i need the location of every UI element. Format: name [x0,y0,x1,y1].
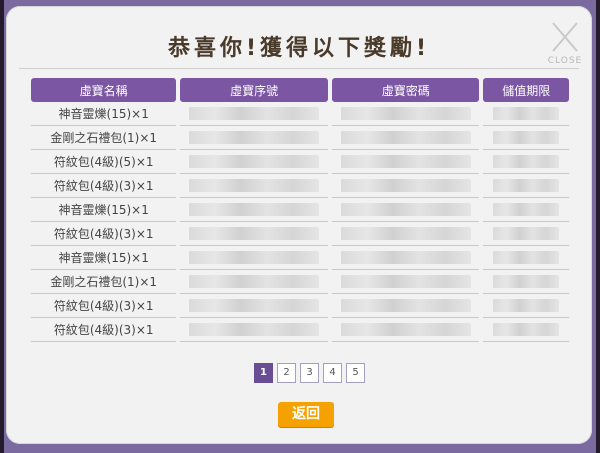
reward-table: 虛寶名稱 虛寶序號 虛寶密碼 儲值期限 神音靈爍(15)×1 金剛之石禮包(1)… [27,78,573,342]
close-icon [552,22,578,52]
serial-redacted [180,318,328,342]
column-header-password: 虛寶密碼 [331,78,480,102]
item-name: 神音靈爍(15)×1 [31,198,177,222]
item-name: 符紋包(4級)(3)×1 [31,222,177,246]
page-button-1[interactable]: 1 [254,363,273,383]
expiry-redacted [483,198,569,222]
column-header-expiry: 儲值期限 [483,78,569,102]
item-name: 金剛之石禮包(1)×1 [31,126,177,150]
table-row: 神音靈爍(15)×1 [31,102,569,126]
password-redacted [331,270,480,294]
page-button-2[interactable]: 2 [277,363,296,383]
table-row: 符紋包(4級)(3)×1 [31,174,569,198]
reward-dialog: 恭喜你!獲得以下獎勵! CLOSE 虛寶名稱 虛寶序號 虛寶密碼 儲值期限 神音… [6,6,592,444]
expiry-redacted [483,294,569,318]
password-redacted [331,198,480,222]
item-name: 符紋包(4級)(3)×1 [31,174,177,198]
page-button-5[interactable]: 5 [346,363,365,383]
item-name: 神音靈爍(15)×1 [31,246,177,270]
table-row: 金剛之石禮包(1)×1 [31,270,569,294]
expiry-redacted [483,222,569,246]
serial-redacted [180,150,328,174]
password-redacted [331,294,480,318]
column-header-serial: 虛寶序號 [180,78,328,102]
table-row: 符紋包(4級)(3)×1 [31,294,569,318]
expiry-redacted [483,270,569,294]
table-header-row: 虛寶名稱 虛寶序號 虛寶密碼 儲值期限 [31,78,569,102]
serial-redacted [180,222,328,246]
title-divider [19,68,579,69]
expiry-redacted [483,174,569,198]
serial-redacted [180,294,328,318]
page-button-4[interactable]: 4 [323,363,342,383]
column-header-name: 虛寶名稱 [31,78,177,102]
table-row: 符紋包(4級)(3)×1 [31,318,569,342]
expiry-redacted [483,150,569,174]
item-name: 符紋包(4級)(5)×1 [31,150,177,174]
expiry-redacted [483,102,569,126]
close-label: CLOSE [547,56,583,66]
item-name: 金剛之石禮包(1)×1 [31,270,177,294]
item-name: 符紋包(4級)(3)×1 [31,294,177,318]
serial-redacted [180,174,328,198]
serial-redacted [180,270,328,294]
serial-redacted [180,198,328,222]
password-redacted [331,246,480,270]
password-redacted [331,150,480,174]
password-redacted [331,126,480,150]
password-redacted [331,222,480,246]
password-redacted [331,174,480,198]
table-row: 符紋包(4級)(5)×1 [31,150,569,174]
password-redacted [331,318,480,342]
page-button-3[interactable]: 3 [300,363,319,383]
expiry-redacted [483,246,569,270]
serial-redacted [180,126,328,150]
pagination: 1 2 3 4 5 [254,363,365,383]
serial-redacted [180,102,328,126]
expiry-redacted [483,126,569,150]
back-button[interactable]: 返回 [278,402,334,427]
table-row: 神音靈爍(15)×1 [31,198,569,222]
item-name: 神音靈爍(15)×1 [31,102,177,126]
dialog-title: 恭喜你!獲得以下獎勵! [167,36,431,61]
item-name: 符紋包(4級)(3)×1 [31,318,177,342]
expiry-redacted [483,318,569,342]
serial-redacted [180,246,328,270]
table-row: 神音靈爍(15)×1 [31,246,569,270]
table-row: 金剛之石禮包(1)×1 [31,126,569,150]
close-button[interactable]: CLOSE [542,18,588,70]
password-redacted [331,102,480,126]
table-row: 符紋包(4級)(3)×1 [31,222,569,246]
